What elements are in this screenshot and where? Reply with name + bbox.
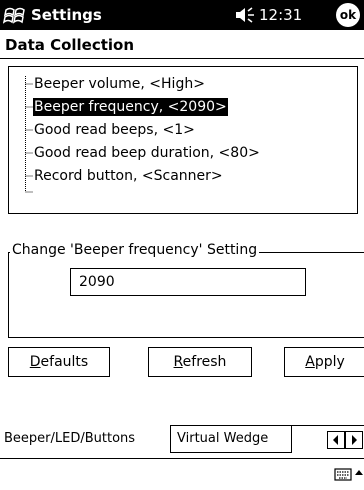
tab-scroll-left-button[interactable] [327, 431, 345, 449]
tree-item-beeper-volume[interactable]: Beeper volume, <High> [33, 75, 206, 93]
tab-scroll-right-button[interactable] [345, 431, 363, 449]
setting-value-input[interactable] [70, 268, 306, 296]
menu-bar-divider [0, 458, 364, 459]
scroll-left-icon [333, 435, 338, 445]
settings-tree[interactable]: Beeper volume, <High> Beeper frequency, … [8, 66, 358, 214]
tree-item-good-read-beep-duration[interactable]: Good read beep duration, <80> [33, 144, 261, 162]
tree-item-beeper-frequency[interactable]: Beeper frequency, <2090> [33, 98, 228, 116]
speaker-volume-icon[interactable] [234, 6, 256, 24]
title-bar: Settings 12:31 ok [0, 0, 364, 30]
page-title: Data Collection [5, 36, 135, 54]
defaults-label: efaults [40, 354, 89, 370]
apply-label: pply [314, 354, 345, 370]
clock[interactable]: 12:31 [259, 6, 302, 24]
defaults-button[interactable]: Defaults [8, 347, 110, 377]
setting-group-label: Change 'Beeper frequency' Setting [10, 241, 260, 259]
tree-item-record-button[interactable]: Record button, <Scanner> [33, 167, 224, 185]
scroll-right-icon [352, 435, 357, 445]
refresh-button[interactable]: Refresh [148, 347, 252, 377]
apply-button[interactable]: Apply [284, 347, 364, 377]
refresh-mnemonic: R [173, 354, 183, 370]
defaults-mnemonic: D [29, 354, 41, 370]
divider [0, 58, 364, 59]
tree-item-good-read-beeps[interactable]: Good read beeps, <1> [33, 121, 196, 139]
ok-button[interactable]: ok [336, 3, 360, 27]
app-title: Settings [31, 6, 102, 24]
tab-beeper-led-buttons[interactable]: Beeper/LED/Buttons [0, 425, 170, 453]
refresh-label: efresh [182, 354, 227, 370]
keyboard-icon[interactable] [334, 465, 352, 483]
chevron-up-icon[interactable] [354, 467, 364, 479]
tab-virtual-wedge[interactable]: Virtual Wedge [170, 425, 292, 453]
apply-mnemonic: A [305, 354, 315, 370]
windows-start-icon[interactable] [3, 3, 27, 27]
